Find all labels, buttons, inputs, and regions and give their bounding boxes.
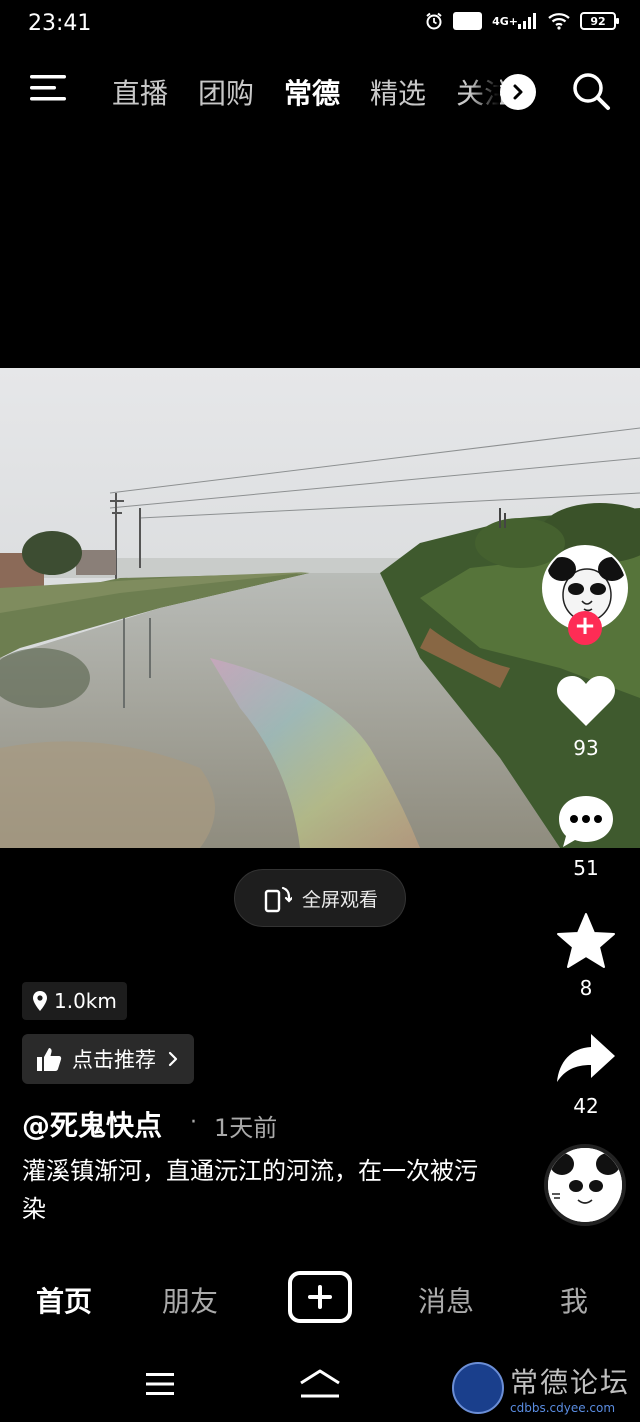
chevron-right-icon [513,84,523,100]
hamburger-menu-icon[interactable] [30,72,68,104]
plus-icon: + [574,611,596,641]
wifi-icon [548,12,570,30]
tab-friends[interactable]: 朋友 [162,1280,218,1320]
comment-button[interactable]: 51 [548,792,624,880]
home-icon[interactable] [298,1369,342,1399]
favorite-button[interactable]: 8 [548,912,624,1000]
more-tabs-button[interactable] [500,74,536,110]
tabs-fade [470,64,500,114]
forum-logo-icon [452,1362,504,1414]
star-icon [557,913,615,968]
watermark-url: cdbbs.cdyee.com [510,1401,616,1415]
like-button[interactable]: 93 [548,672,624,760]
tab-messages[interactable]: 消息 [418,1280,474,1320]
hd-icon: HD [452,12,483,30]
video-caption[interactable]: 灌溪镇渐河，直通沅江的河流，在一次被污染 [22,1152,492,1228]
favorite-count: 8 [579,976,593,1000]
chevron-right-icon [168,1051,178,1067]
recent-apps-icon[interactable] [144,1371,176,1397]
tab-group-buy[interactable]: 团购 [198,72,254,118]
separator-dot: · [190,1110,197,1135]
battery-level: 92 [590,14,606,28]
heart-icon [557,676,615,726]
bottom-tab-bar: 首页 朋友 消息 我 [0,1262,640,1334]
video-player[interactable] [0,368,640,848]
watermark-title: 常德论坛 [510,1366,631,1399]
recommend-button[interactable]: 点击推荐 [22,1034,194,1084]
alarm-icon [425,12,443,30]
follow-button[interactable]: + [568,611,602,645]
comment-icon [559,796,613,847]
thumbs-up-icon [37,1048,62,1071]
fullscreen-label: 全屏观看 [301,888,378,911]
forum-watermark: 常德论坛 cdbbs.cdyee.com [452,1358,638,1418]
share-count: 42 [573,1094,599,1118]
music-disc[interactable] [544,1144,626,1226]
create-button[interactable] [288,1271,352,1323]
tab-home[interactable]: 首页 [36,1280,92,1320]
share-button[interactable]: 42 [548,1030,624,1118]
signal-icon: 4G+ [492,13,538,29]
search-icon[interactable] [570,70,612,112]
comment-count: 51 [573,856,599,880]
status-bar: 23:41 HD 4G+ 92 [0,0,640,50]
panda-music-icon [548,1148,622,1222]
river-scene-image [0,368,640,848]
location-pin-icon [33,991,47,1011]
post-time: 1天前 [214,1114,278,1142]
plus-icon [308,1285,332,1309]
location-chip[interactable]: 1.0km [22,982,127,1020]
recommend-label: 点击推荐 [72,1048,156,1072]
rotate-screen-icon [264,886,292,913]
status-icons: HD 4G+ 92 [425,12,619,30]
tab-live[interactable]: 直播 [112,72,168,118]
author-name[interactable]: @死鬼快点 [22,1104,162,1144]
location-distance: 1.0km [54,989,117,1013]
battery-icon: 92 [580,12,619,30]
tab-me[interactable]: 我 [560,1280,588,1320]
network-type: 4G+ [492,14,518,28]
tab-featured[interactable]: 精选 [370,72,426,118]
like-count: 93 [573,736,599,760]
fullscreen-button[interactable]: 全屏观看 [234,869,406,927]
share-arrow-icon [557,1034,615,1082]
status-time: 23:41 [28,11,92,36]
top-nav: 直播 团购 常德 精选 关注 [0,50,640,130]
tab-changde[interactable]: 常德 [284,72,340,118]
channel-tabs: 直播 团购 常德 精选 关注 [112,72,532,118]
